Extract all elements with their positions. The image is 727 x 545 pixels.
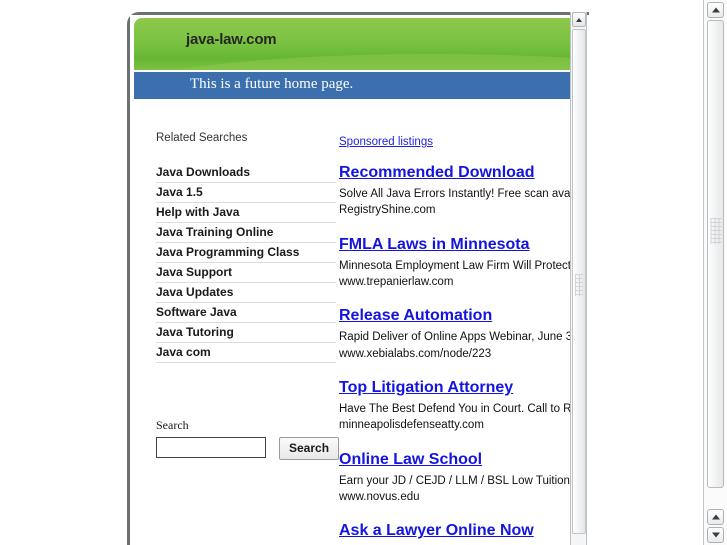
sponsored-ad-url: www.novus.edu xyxy=(339,490,420,503)
site-tagline-bar: This is a future home page. xyxy=(134,72,570,99)
inner-vertical-scrollbar[interactable] xyxy=(570,12,587,545)
sponsored-listings-link[interactable]: Sponsored listings xyxy=(339,136,433,148)
window-scroll-up-button-top[interactable] xyxy=(707,2,724,18)
site-content: java-law.com This is a future home page.… xyxy=(130,15,570,545)
sponsored-listings-column: Sponsored listings Recommended Download … xyxy=(339,132,570,545)
sponsored-ad-url: RegistryShine.com xyxy=(339,204,436,217)
related-searches-column: Related Searches Java Downloads Java 1.5… xyxy=(156,132,340,460)
sponsored-ad: FMLA Laws in Minnesota Minnesota Employm… xyxy=(339,236,570,291)
search-input[interactable] xyxy=(156,437,266,458)
sponsored-ad-title[interactable]: Release Automation xyxy=(339,307,492,325)
sponsored-ad: Recommended Download Solve All Java Erro… xyxy=(339,164,570,219)
window-scroll-down-button[interactable] xyxy=(707,527,724,543)
window-vertical-scrollbar[interactable] xyxy=(703,0,727,545)
triangle-up-icon xyxy=(711,514,720,520)
screenshot-root: java-law.com This is a future home page.… xyxy=(0,0,727,545)
sponsored-ad-url: minneapolisdefenseatty.com xyxy=(339,419,484,432)
related-searches-heading: Related Searches xyxy=(156,132,248,144)
search-button[interactable]: Search xyxy=(279,437,340,460)
related-search-item[interactable]: Help with Java xyxy=(156,203,336,223)
site-tagline: This is a future home page. xyxy=(190,76,354,92)
related-search-item[interactable]: Java Updates xyxy=(156,283,336,303)
related-search-item[interactable]: Java 1.5 xyxy=(156,183,336,203)
window-scroll-up-button-bottom[interactable] xyxy=(707,509,724,525)
sponsored-ad-url: www.trepanierlaw.com xyxy=(339,275,454,288)
sponsored-ad: Ask a Lawyer Online Now 12 Lawyers Are O… xyxy=(339,522,570,545)
sponsored-ad: Online Law School Earn your JD / CEJD / … xyxy=(339,451,570,506)
related-searches-list: Java Downloads Java 1.5 Help with Java J… xyxy=(156,163,336,363)
sponsored-ad-title[interactable]: Ask a Lawyer Online Now xyxy=(339,522,534,540)
sponsored-ad-description: Earn your JD / CEJD / LLM / BSL Low Tuit… xyxy=(339,474,570,487)
sponsored-ad-title[interactable]: Online Law School xyxy=(339,451,482,469)
related-search-item[interactable]: Java Tutoring xyxy=(156,323,336,343)
sponsored-ad-title[interactable]: Recommended Download xyxy=(339,164,535,182)
related-search-item[interactable]: Java Support xyxy=(156,263,336,283)
site-header-banner: java-law.com xyxy=(134,18,570,70)
triangle-up-icon xyxy=(576,17,582,22)
sponsored-ad-description: Rapid Deliver of Online Apps Webinar, Ju… xyxy=(339,331,570,344)
sponsored-ad-url: www.xebialabs.com/node/223 xyxy=(339,347,492,360)
scrollbar-grip-icon xyxy=(710,218,721,244)
sponsored-ad-description: Minnesota Employment Law Firm Will Prote… xyxy=(339,259,570,272)
inner-scroll-up-button[interactable] xyxy=(572,12,586,27)
triangle-down-icon xyxy=(711,532,720,538)
triangle-up-icon xyxy=(711,7,720,13)
site-title: java-law.com xyxy=(186,31,277,48)
sponsored-ad: Release Automation Rapid Deliver of Onli… xyxy=(339,307,570,362)
related-search-item[interactable]: Java Training Online xyxy=(156,223,336,243)
sponsored-ad-title[interactable]: Top Litigation Attorney xyxy=(339,379,513,397)
sponsored-ad-title[interactable]: FMLA Laws in Minnesota xyxy=(339,236,530,254)
sponsored-ad: Top Litigation Attorney Have The Best De… xyxy=(339,379,570,434)
related-search-item[interactable]: Java Downloads xyxy=(156,163,336,183)
scrollbar-grip-icon xyxy=(574,274,583,296)
related-search-item[interactable]: Java Programming Class xyxy=(156,243,336,263)
site-viewport: java-law.com This is a future home page.… xyxy=(130,15,570,545)
related-search-item[interactable]: Java com xyxy=(156,343,336,363)
search-row: Search xyxy=(156,437,340,460)
window-scrollbar-thumb[interactable] xyxy=(707,20,724,488)
sponsored-ad-description: Have The Best Defend You in Court. Call … xyxy=(339,402,570,415)
sponsored-ad-description: Solve All Java Errors Instantly! Free sc… xyxy=(339,188,570,200)
search-block: Search Search xyxy=(156,418,340,460)
related-search-item[interactable]: Software Java xyxy=(156,303,336,323)
search-label: Search xyxy=(156,418,189,432)
